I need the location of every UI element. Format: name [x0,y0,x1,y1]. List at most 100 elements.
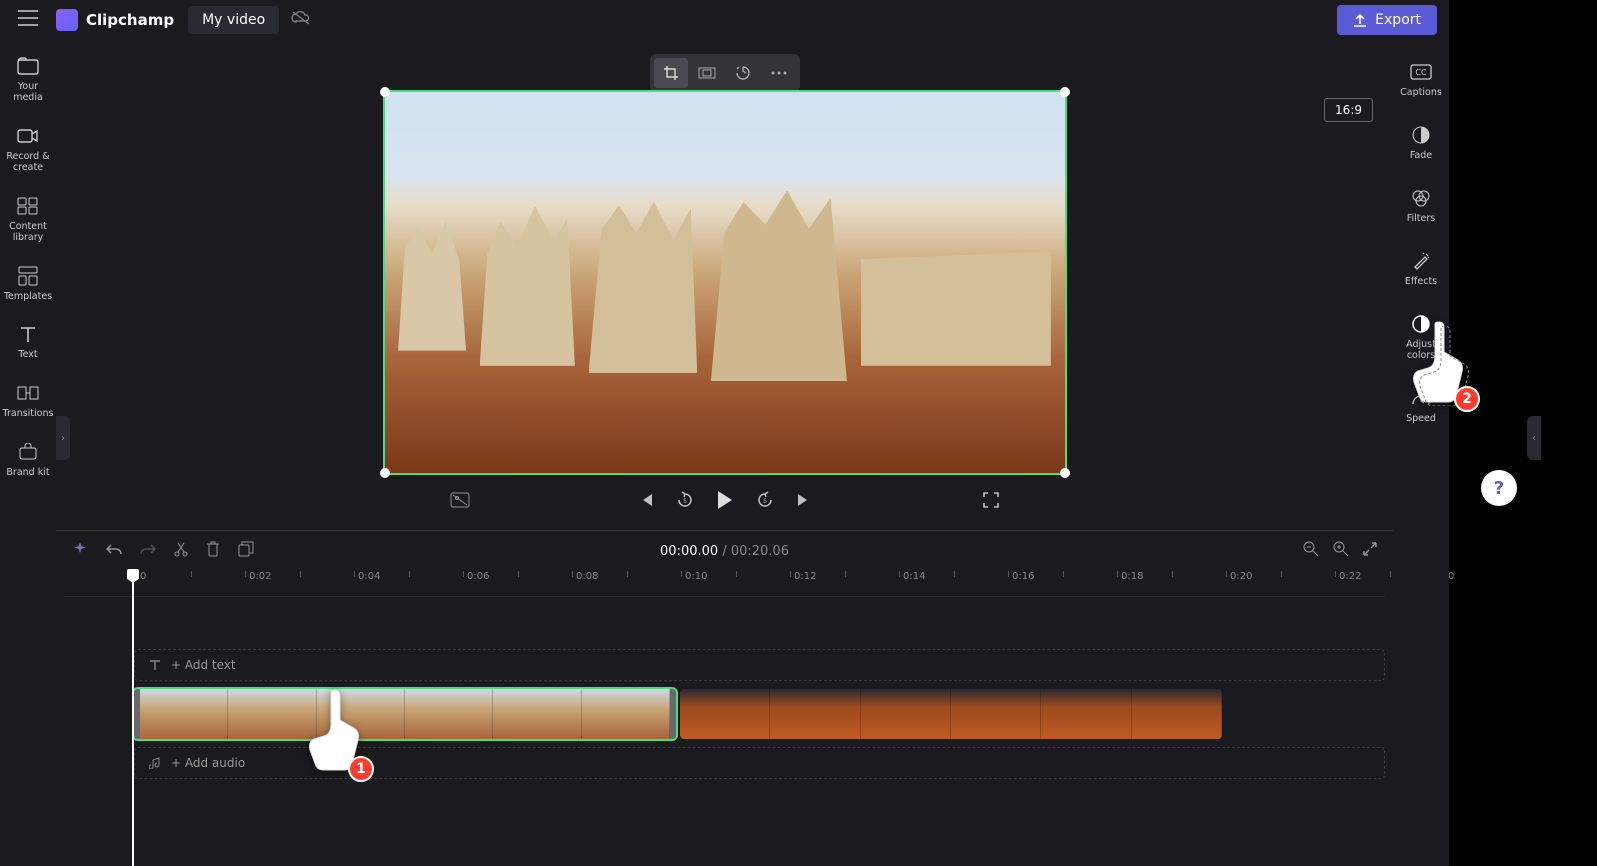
ruler-tick: 0:08 [576,571,598,582]
forward-button[interactable]: 5 [756,491,774,513]
sidebar-label: Record & create [2,152,54,174]
sidebar-item-templates[interactable]: Templates [0,256,56,311]
media-icon [16,54,40,78]
sidebar-item-fade[interactable]: Fade [1393,113,1449,172]
export-label: Export [1375,12,1421,28]
sidebar-label: Effects [1405,277,1437,288]
tracks: + Add text + Add au [56,597,1393,799]
effects-icon [1409,249,1433,273]
captions-icon: CC [1409,60,1433,84]
current-time: 00:00.00 [660,544,718,559]
duplicate-button[interactable] [238,541,254,561]
brand-icon [16,440,40,464]
redo-button[interactable] [140,542,156,561]
time-display: 00:00.00 / 00:20.06 [660,544,789,559]
help-button[interactable]: ? [1481,470,1517,506]
text-icon [16,322,40,346]
resize-handle-br[interactable] [1060,468,1070,478]
timeline-ruler[interactable]: 00:020:040:060:080:100:120:140:160:180:2… [64,571,1385,597]
video-clip-2[interactable] [680,689,1222,739]
add-audio-label: + Add audio [171,756,245,770]
sidebar-label: Text [18,350,37,361]
transitions-icon [16,381,40,405]
sidebar-label: Your media [2,82,54,104]
sidebar-label: Templates [4,292,52,303]
sidebar-item-captions[interactable]: CC Captions [1393,50,1449,109]
skip-back-button[interactable] [638,492,654,512]
undo-button[interactable] [106,542,122,561]
sidebar-item-brand[interactable]: Brand kit [0,432,56,487]
sidebar-label: Transitions [3,409,54,420]
speed-icon [1409,386,1433,410]
split-button[interactable] [174,541,188,561]
ruler-tick: 0:22 [1339,571,1361,582]
export-button[interactable]: Export [1337,5,1437,35]
aspect-ratio-button[interactable]: 16:9 [1324,98,1373,122]
ruler-tick: 0:20 [1230,571,1252,582]
filters-icon [1409,186,1433,210]
svg-text:5: 5 [763,498,767,505]
app-logo[interactable]: Clipchamp [56,9,174,31]
record-icon [16,124,40,148]
audio-icon [149,757,161,769]
sidebar-label: Captions [1400,88,1442,99]
video-track [134,689,1385,739]
sidebar-label: Fade [1410,151,1432,162]
sidebar-label: Filters [1407,214,1435,225]
play-button[interactable] [716,490,734,514]
fit-timeline-button[interactable] [1363,541,1377,561]
zoom-in-button[interactable] [1333,541,1349,561]
adjust-icon [1409,312,1433,336]
preview-canvas[interactable] [383,90,1067,475]
delete-button[interactable] [206,541,220,561]
sidebar-item-media[interactable]: Your media [0,46,56,112]
video-clip-1[interactable] [134,689,676,739]
rewind-button[interactable]: 5 [676,491,694,513]
ruler-tick: 0:04 [358,571,380,582]
text-track[interactable]: + Add text [134,649,1385,681]
fullscreen-button[interactable] [983,492,999,512]
audio-track[interactable]: + Add audio [134,747,1385,779]
zoom-out-button[interactable] [1303,541,1319,561]
sidebar-item-effects[interactable]: Effects [1393,239,1449,298]
sidebar-item-library[interactable]: Content library [0,186,56,252]
ruler-tick: 0:18 [1121,571,1143,582]
ruler-tick: 0:02 [249,571,271,582]
menu-button[interactable] [12,4,44,36]
library-icon [16,194,40,218]
resize-handle-tr[interactable] [1060,87,1070,97]
preview-image [385,92,1065,473]
remove-background-button[interactable] [450,492,470,512]
resize-handle-bl[interactable] [380,468,390,478]
svg-text:CC: CC [1415,68,1427,77]
sidebar-item-speed[interactable]: Speed [1393,376,1449,435]
sidebar-item-transitions[interactable]: Transitions [0,373,56,428]
svg-text:5: 5 [683,498,687,505]
resize-handle-tl[interactable] [380,87,390,97]
sidebar-item-adjust-colors[interactable]: Adjust colors [1393,302,1449,372]
sidebar-label: Content library [2,222,54,244]
duration: 00:20.06 [731,544,789,559]
ruler-tick: 0:10 [685,571,707,582]
main-area: 16:9 [56,0,1393,866]
skip-forward-button[interactable] [796,492,812,512]
sidebar-item-text[interactable]: Text [0,314,56,369]
clip-handle-right[interactable] [670,689,676,739]
sidebar-item-record[interactable]: Record & create [0,116,56,182]
sidebar-label: Brand kit [6,468,49,479]
templates-icon [16,264,40,288]
ruler-tick: 0 [140,571,146,582]
project-name[interactable]: My video [188,6,279,34]
sidebar-item-filters[interactable]: Filters [1393,176,1449,235]
cloud-off-icon[interactable] [291,10,311,30]
expand-right-panel[interactable]: ‹ [1527,416,1541,460]
sidebar-label: Speed [1406,414,1436,425]
ruler-tick: 0:06 [467,571,489,582]
timeline-area: 00:00.00 / 00:20.06 0 0:02 0:04 0:06 0:08 0:1… [56,530,1393,866]
preview-area: 16:9 [56,40,1393,480]
timeline-toolbar: 00:00.00 / 00:20.06 [56,531,1393,571]
text-icon [149,659,161,671]
ai-button[interactable] [72,541,88,561]
ruler-tick: 0:16 [1012,571,1034,582]
ruler-tick: 0:12 [794,571,816,582]
